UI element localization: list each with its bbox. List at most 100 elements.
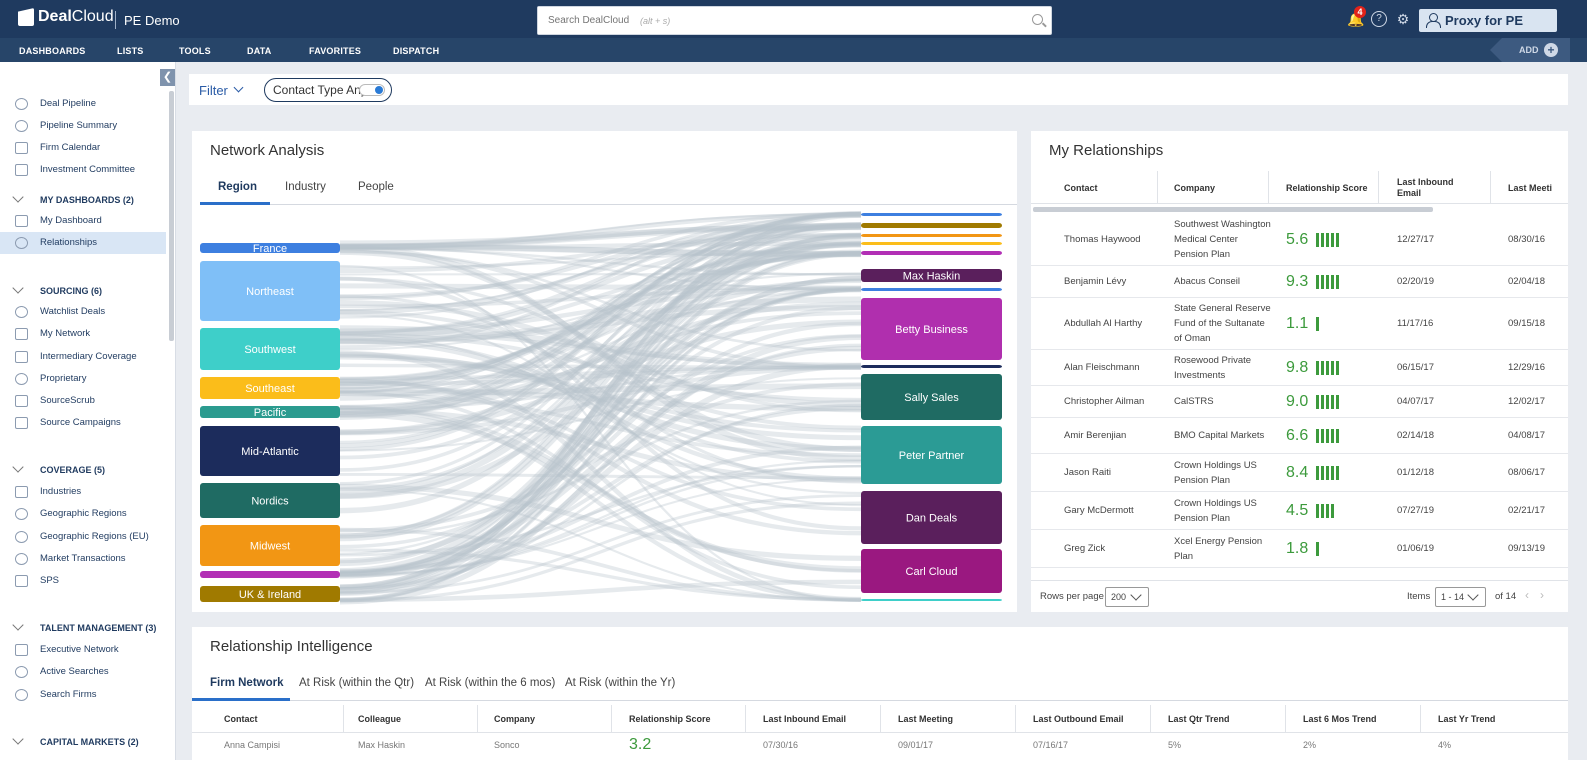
col-last-6-mos-trend[interactable]: Last 6 Mos Trend	[1286, 705, 1421, 733]
sidebar-item-source-campaigns[interactable]: Source Campaigns	[0, 412, 166, 434]
tab-region[interactable]: Region	[218, 181, 257, 193]
tab-firm-network[interactable]: Firm Network	[210, 677, 284, 689]
cell-company[interactable]: Southwest Washington Medical Center Pens…	[1174, 214, 1274, 265]
sidebar-item-executive-network[interactable]: Executive Network	[0, 639, 166, 661]
global-search[interactable]: (alt + s)	[537, 6, 1052, 35]
sidebar-item-search-firms[interactable]: Search Firms	[0, 684, 166, 706]
contact-type-filter[interactable]: Contact Type Any	[264, 78, 392, 102]
table-row[interactable]: Anna Campisi Max Haskin Sonco 3.2 07/30/…	[192, 734, 1568, 754]
search-icon[interactable]	[1032, 14, 1043, 25]
gear-icon[interactable]: ⚙	[1395, 11, 1411, 27]
sidebar-item-intermediary-coverage[interactable]: Intermediary Coverage	[0, 346, 166, 368]
prev-page-icon[interactable]: ‹	[1525, 588, 1529, 602]
cell-contact[interactable]: Greg Zick	[1064, 530, 1154, 567]
col-colleague[interactable]: Colleague	[344, 705, 478, 733]
table-row[interactable]: Benjamin Lévy Abacus Conseil 9.3 02/20/19 02…	[1031, 266, 1568, 298]
tab-at-risk-qtr[interactable]: At Risk (within the Qtr)	[299, 677, 414, 689]
nav-tools[interactable]: TOOLS	[179, 46, 211, 56]
nav-lists[interactable]: LISTS	[117, 46, 144, 56]
tab-people[interactable]: People	[358, 181, 394, 193]
sidebar-item-industries[interactable]: Industries	[0, 481, 166, 503]
col-last-outbound-email[interactable]: Last Outbound Email	[1016, 705, 1151, 733]
cell-contact[interactable]: Abdullah Al Harthy	[1064, 298, 1154, 349]
section-sourcing[interactable]: SOURCING (6)	[0, 281, 166, 301]
sidebar-item-watchlist-deals[interactable]: Watchlist Deals	[0, 301, 166, 323]
col-last-inbound-email[interactable]: Last Inbound Email	[1379, 171, 1491, 204]
col-company[interactable]: Company	[478, 705, 612, 733]
person-node[interactable]	[861, 288, 1002, 291]
col-company[interactable]: Company	[1158, 171, 1269, 204]
sidebar-item-firm-calendar[interactable]: Firm Calendar	[0, 137, 166, 159]
cell-contact[interactable]: Benjamin Lévy	[1064, 266, 1154, 297]
user-menu-button[interactable]: Proxy for PE Demo	[1419, 9, 1557, 51]
cell-company[interactable]: Abacus Conseil	[1174, 266, 1274, 297]
sidebar-item-active-searches[interactable]: Active Searches	[0, 661, 166, 683]
region-node[interactable]	[200, 571, 340, 578]
cell-company[interactable]: State General Reserve Fund of the Sultan…	[1174, 298, 1274, 349]
cell-contact[interactable]: Thomas Haywood	[1064, 214, 1154, 265]
sidebar-item-my-network[interactable]: My Network	[0, 323, 166, 345]
table-row[interactable]: Alan Fleischmann Rosewood Private Investm…	[1031, 350, 1568, 386]
contact-type-toggle[interactable]	[359, 84, 385, 96]
col-last-inbound-email[interactable]: Last Inbound Email	[746, 705, 881, 733]
person-node[interactable]	[861, 213, 1002, 216]
nav-favorites[interactable]: FAVORITES	[309, 46, 361, 56]
next-page-icon[interactable]: ›	[1540, 588, 1544, 602]
sidebar-item-geographic-regions[interactable]: Geographic Regions	[0, 503, 166, 525]
dealcloud-logo[interactable]: Deal Cloud	[18, 8, 114, 26]
search-input[interactable]	[538, 7, 1008, 34]
sidebar-item-relationships[interactable]: Relationships	[0, 232, 166, 254]
col-contact[interactable]: Contact	[192, 705, 344, 733]
col-last-qtr-trend[interactable]: Last Qtr Trend	[1151, 705, 1286, 733]
rows-per-page-select[interactable]: 200	[1105, 587, 1149, 607]
cell-company[interactable]: Crown Holdings US Pension Plan	[1174, 492, 1274, 529]
nav-data[interactable]: DATA	[247, 46, 271, 56]
help-icon[interactable]: ?	[1371, 11, 1387, 27]
table-row[interactable]: Christopher Ailman CalSTRS 9.0 04/07/17 12/0…	[1031, 386, 1568, 418]
cell-contact[interactable]: Jason Raiti	[1064, 454, 1154, 491]
table-row[interactable]: Greg Zick Xcel Energy Pension Plan 1.8 01/0…	[1031, 530, 1568, 568]
nav-dashboards[interactable]: DASHBOARDS	[19, 46, 86, 56]
table-row[interactable]: Jason Raiti Crown Holdings US Pension Pla…	[1031, 454, 1568, 492]
sidebar-item-proprietary[interactable]: Proprietary	[0, 368, 166, 390]
col-relationship-score[interactable]: Relationship Score	[612, 705, 746, 733]
col-last-meeting[interactable]: Last Meeting	[881, 705, 1016, 733]
table-row[interactable]: Gary McDermott Crown Holdings US Pension …	[1031, 492, 1568, 530]
person-node[interactable]	[861, 242, 1002, 245]
horizontal-scrollbar[interactable]	[1033, 207, 1433, 212]
cell-company[interactable]: BMO Capital Markets	[1174, 418, 1274, 453]
cell-company[interactable]: Xcel Energy Pension Plan	[1174, 530, 1274, 567]
tab-at-risk-6-mos[interactable]: At Risk (within the 6 mos)	[425, 677, 555, 689]
section-coverage[interactable]: COVERAGE (5)	[0, 460, 166, 480]
cell-company[interactable]: Crown Holdings US Pension Plan	[1174, 454, 1274, 491]
person-node[interactable]	[861, 234, 1002, 237]
sidebar-item-market-transactions[interactable]: Market Transactions	[0, 548, 166, 570]
cell-contact[interactable]: Amir Berenjian	[1064, 418, 1154, 453]
sidebar-item-investment-committee[interactable]: Investment Committee	[0, 159, 166, 181]
cell-company[interactable]: CalSTRS	[1174, 386, 1274, 417]
col-contact[interactable]: Contact	[1031, 171, 1158, 204]
collapse-sidebar-button[interactable]: ❮	[160, 69, 175, 86]
person-node[interactable]	[861, 599, 1002, 601]
section-capital-markets[interactable]: CAPITAL MARKETS (2)	[0, 732, 166, 752]
add-button[interactable]: ADD +	[1490, 38, 1570, 62]
cell-contact[interactable]: Alan Fleischmann	[1064, 350, 1154, 385]
tab-at-risk-yr[interactable]: At Risk (within the Yr)	[565, 677, 675, 689]
col-last-meeting[interactable]: Last Meeti	[1491, 171, 1568, 204]
filter-button[interactable]: Filter	[199, 83, 228, 98]
tab-industry[interactable]: Industry	[285, 181, 326, 193]
cell-company[interactable]: Rosewood Private Investments	[1174, 350, 1274, 385]
nav-dispatch[interactable]: DISPATCH	[393, 46, 439, 56]
cell-contact[interactable]: Christopher Ailman	[1064, 386, 1154, 417]
table-row[interactable]: Thomas Haywood Southwest Washington Medic…	[1031, 214, 1568, 266]
section-my-dashboards[interactable]: MY DASHBOARDS (2)	[0, 190, 166, 210]
section-talent-management[interactable]: TALENT MANAGEMENT (3)	[0, 618, 166, 638]
person-node[interactable]	[861, 251, 1002, 255]
sidebar-item-sourcescrub[interactable]: SourceScrub	[0, 390, 166, 412]
sidebar-scrollbar[interactable]	[169, 91, 174, 341]
sidebar-item-pipeline-summary[interactable]: Pipeline Summary	[0, 115, 166, 137]
col-relationship-score[interactable]: Relationship Score	[1269, 171, 1379, 204]
items-range-select[interactable]: 1 - 14	[1435, 587, 1486, 607]
sidebar-item-my-dashboard[interactable]: My Dashboard	[0, 210, 166, 232]
table-row[interactable]: Amir Berenjian BMO Capital Markets 6.6 02/1…	[1031, 418, 1568, 454]
